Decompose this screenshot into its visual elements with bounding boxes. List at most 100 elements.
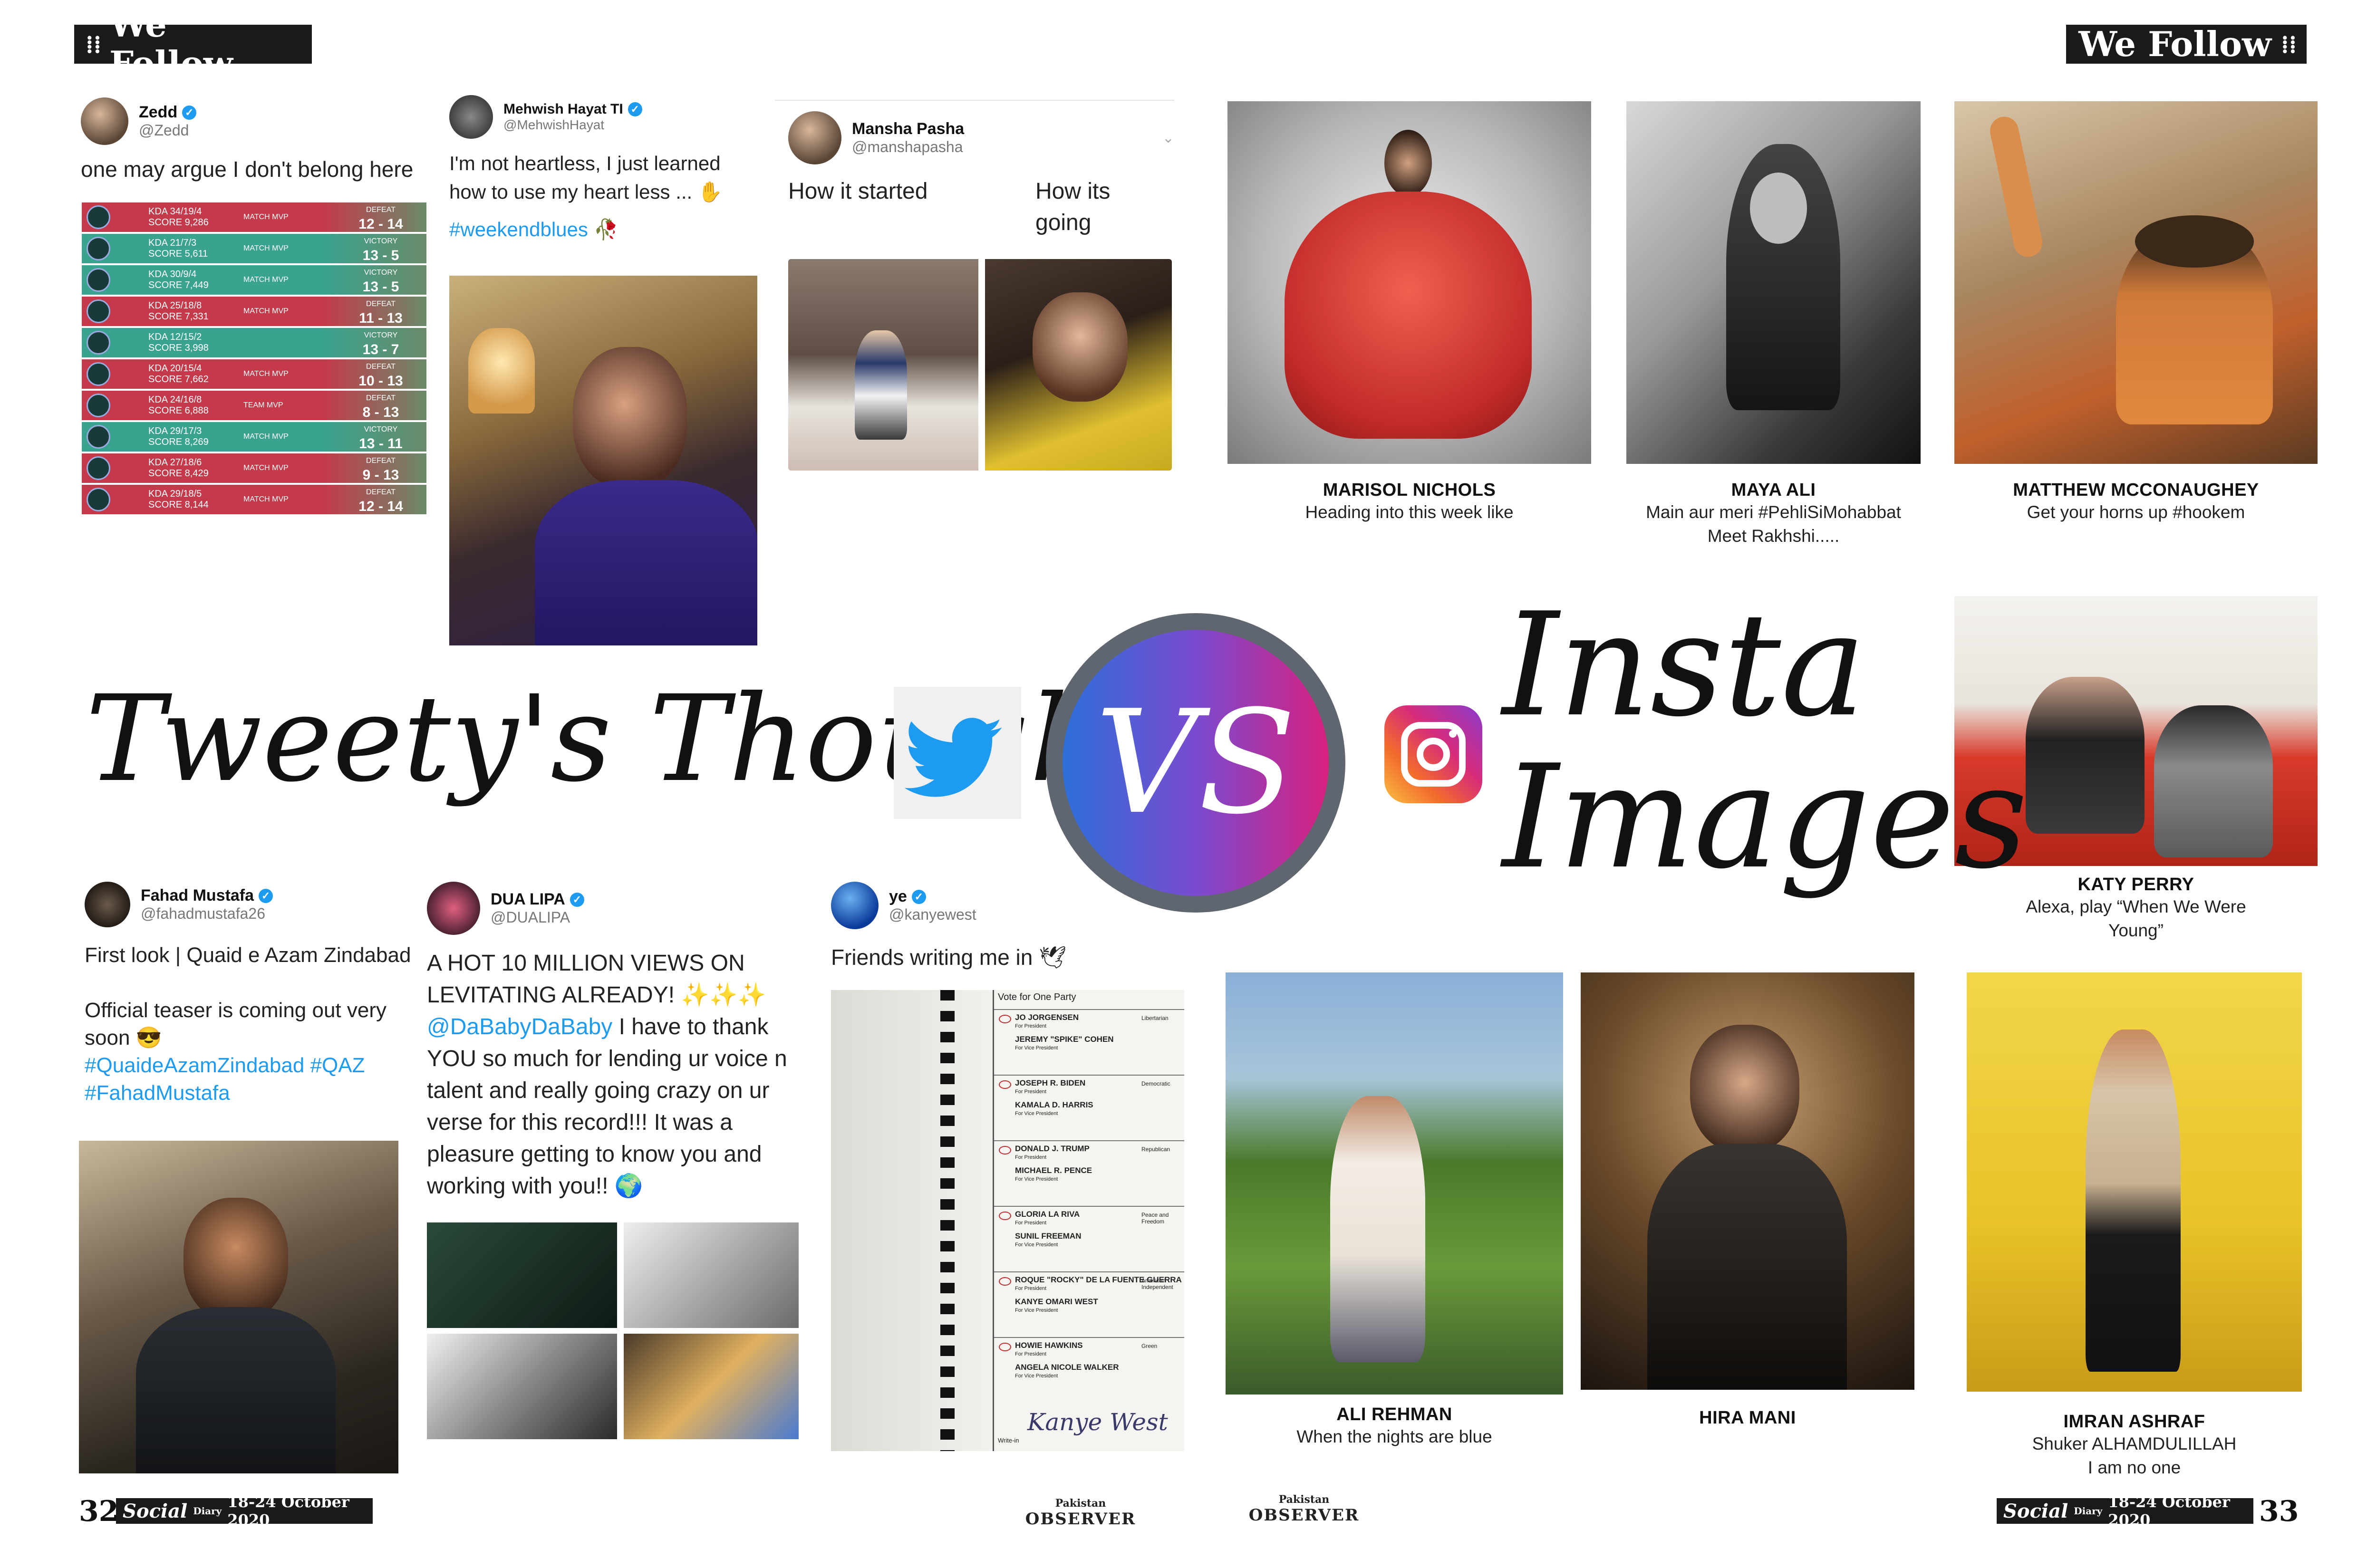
mvp-tag: MATCH MVP <box>243 464 289 472</box>
scoreboard-row: KDA 12/15/2 SCORE 3,998 VICTORY 13 - 7 <box>82 328 426 357</box>
mvp-tag: TEAM MVP <box>243 401 283 409</box>
ballot-role: For President <box>1015 1351 1047 1357</box>
dots-icon: ⁞⁞ <box>2281 30 2297 58</box>
tweet-text: First look | Quaid e Azam Zindabad <box>85 943 411 967</box>
caption-imran: IMRAN ASHRAF Shuker ALHAMDULILLAH I am n… <box>1967 1412 2302 1480</box>
avatar <box>449 95 493 139</box>
scoreboard-row: KDA 30/9/4 SCORE 7,449 MATCH MVP VICTORY 13 … <box>82 265 426 295</box>
result-label: DEFEAT <box>366 363 396 371</box>
tweet-text: Friends writing me in 🕊 <box>831 945 1067 970</box>
avatar <box>831 882 879 929</box>
result-label: VICTORY <box>364 237 398 245</box>
ballot-party: Libertarian <box>1141 1015 1169 1021</box>
round-score: 12 - 14 <box>358 499 403 514</box>
tweet-hashtag: #weekendblues 🥀 <box>449 218 618 240</box>
ballot-row: HOWIE HAWKINS For President ANGELA NICOLE … <box>994 1337 1184 1402</box>
tweet-author-name: ye <box>889 887 907 905</box>
ballot-row: JO JORGENSEN For President JEREMY "SPIKE" … <box>994 1009 1184 1074</box>
ballot-body: Vote for One Party JO JORGENSEN For Presi… <box>993 990 1184 1451</box>
vs-text: VS <box>1095 680 1296 846</box>
caption-name: MATTHEW MCCONAUGHEY <box>2013 480 2259 500</box>
kda-text: KDA 34/19/4 <box>148 206 202 217</box>
issue-date: 18-24 October 2020 <box>227 1493 349 1529</box>
match-result: VICTORY 13 - 11 <box>343 423 419 451</box>
score-text: SCORE 7,662 <box>148 374 209 385</box>
scoreboard-row: KDA 29/18/5 SCORE 8,144 MATCH MVP DEFEAT 12 … <box>82 485 426 514</box>
round-score: 13 - 11 <box>359 436 403 452</box>
ballot-party: Peace and Freedom <box>1141 1212 1169 1225</box>
caption-desc: I am no one <box>2087 1458 2181 1477</box>
page-number-left: 32 <box>79 1495 119 1528</box>
verified-icon: ✓ <box>259 888 273 903</box>
ballot-row: GLORIA LA RIVA For President SUNIL FREEMAN… <box>994 1206 1184 1270</box>
tweet-dua: DUA LIPA ✓ @DUALIPA A HOT 10 MILLION VIEW… <box>427 882 802 1202</box>
match-result: DEFEAT 8 - 13 <box>343 391 419 420</box>
tweet-text: I have to thank YOU so much for lending … <box>427 1014 787 1199</box>
score-text: SCORE 3,998 <box>148 343 209 353</box>
chevron-down-icon[interactable]: ⌄ <box>1162 130 1174 146</box>
score-text: SCORE 8,429 <box>148 468 209 479</box>
dua-photo-1 <box>427 1222 617 1328</box>
caption-desc: Main aur meri #PehliSiMohabbat <box>1646 502 1901 522</box>
head <box>1690 1025 1799 1153</box>
ballot-timing-marks <box>940 990 955 1451</box>
ballot-vice-president: JEREMY "SPIKE" COHEN <box>1015 1035 1114 1044</box>
score-text: SCORE 7,331 <box>148 311 209 322</box>
ballot-role: For Vice President <box>1015 1373 1058 1379</box>
mvp-tag: MATCH MVP <box>243 307 289 315</box>
agent-icon <box>87 268 110 292</box>
ballot-role: For Vice President <box>1015 1045 1058 1051</box>
score-text: SCORE 6,888 <box>148 405 209 416</box>
result-label: VICTORY <box>364 331 398 339</box>
match-result: VICTORY 13 - 7 <box>343 328 419 357</box>
twitter-icon <box>894 687 1021 819</box>
caption-name: HIRA MANI <box>1699 1408 1796 1428</box>
tweet-text: Official teaser is coming out very soon … <box>85 999 386 1049</box>
ballot-role: For President <box>1015 1154 1047 1160</box>
dress <box>1647 1144 1847 1390</box>
result-label: DEFEAT <box>366 457 396 465</box>
head <box>184 1198 288 1321</box>
grown-up-photo <box>985 259 1172 471</box>
agent-icon <box>87 394 110 417</box>
caption-desc: Young” <box>2108 921 2164 940</box>
agent-icon <box>87 362 110 386</box>
mvp-tag: MATCH MVP <box>243 276 289 284</box>
avatar <box>81 97 128 145</box>
ballot-role: For President <box>1015 1220 1047 1226</box>
tweet-text: How it started <box>788 179 928 204</box>
section-tag-text: We Follow <box>2078 24 2271 64</box>
ballot-president: JOSEPH R. BIDEN <box>1015 1078 1086 1087</box>
match-result: DEFEAT 9 - 13 <box>343 454 419 482</box>
kda-text: KDA 29/18/5 <box>148 489 202 499</box>
tweet-author-name: Zedd <box>139 103 178 121</box>
ballot-role: For Vice President <box>1015 1308 1058 1313</box>
game-scoreboard: KDA 34/19/4 SCORE 9,286 MATCH MVP DEFEAT 12 … <box>82 202 426 516</box>
tweet-text: A HOT 10 MILLION VIEWS ON LEVITATING ALR… <box>427 951 766 1008</box>
ballot-oval <box>999 1080 1011 1089</box>
vs-badge: VS <box>1046 613 1345 913</box>
kda-text: KDA 12/15/2 <box>148 332 202 342</box>
tweet-handle: @MehwishHayat <box>503 117 605 132</box>
round-score: 10 - 13 <box>358 373 403 389</box>
mvp-tag: MATCH MVP <box>243 370 289 378</box>
raised-arm <box>1987 114 2045 260</box>
section-tag-right: We Follow ⁞⁞ <box>2066 25 2307 64</box>
kda-text: KDA 30/9/4 <box>148 269 197 279</box>
mvp-tag: MATCH MVP <box>243 213 289 221</box>
uniform <box>136 1307 336 1473</box>
tweet-handle: @fahadmustafa26 <box>141 905 265 922</box>
paper-logo-bottom: OBSERVER <box>1248 1506 1360 1525</box>
score-text: SCORE 9,286 <box>148 217 209 228</box>
ballot-role: For President <box>1015 1089 1047 1095</box>
caption-ali: ALI REHMAN When the nights are blue <box>1226 1404 1563 1449</box>
match-result: VICTORY 13 - 5 <box>343 234 419 263</box>
tweet-mention[interactable]: @DaBabyDaBaby <box>427 1014 612 1039</box>
brand-name: Social <box>2003 1500 2068 1522</box>
scoreboard-row: KDA 21/7/3 SCORE 5,611 MATCH MVP VICTORY 13 … <box>82 234 426 263</box>
round-score: 13 - 5 <box>362 279 399 295</box>
person-silhouette <box>1033 292 1128 402</box>
tweet-handle: @DUALIPA <box>491 909 570 926</box>
kda-text: KDA 25/18/8 <box>148 300 202 311</box>
result-label: VICTORY <box>364 425 398 433</box>
